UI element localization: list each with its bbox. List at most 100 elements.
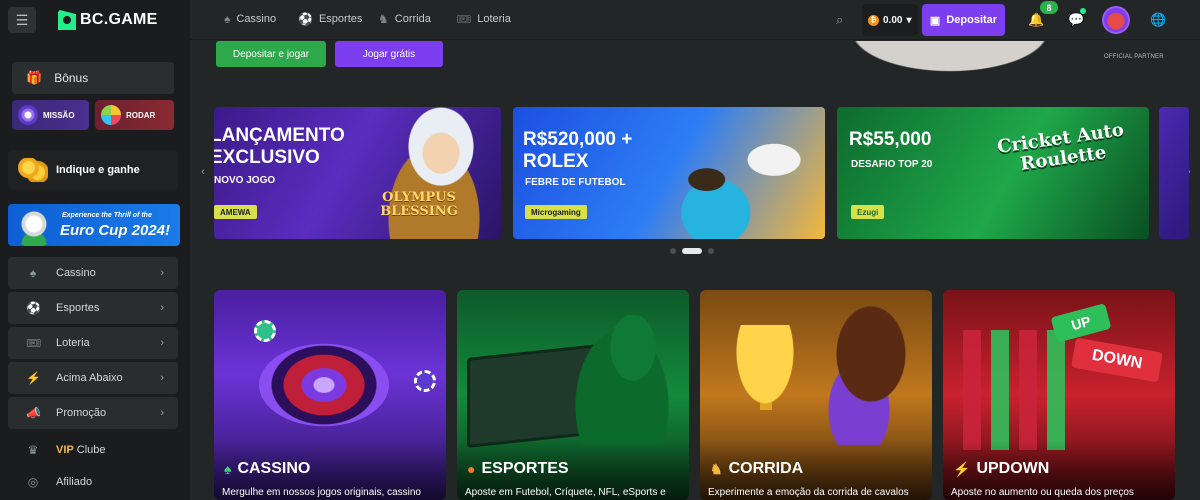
chevron-down-icon: ▾ (906, 14, 912, 26)
page-root: ☰ BC.GAME 🎁 Bônus MISSÃO RODAR Indique e… (0, 0, 1200, 500)
sidebar-item-label: Promoção (56, 407, 107, 419)
category-card-casino[interactable]: ♠ CASSINO Mergulhe em nossos jogos origi… (214, 290, 446, 500)
coins-icon (18, 158, 48, 182)
sidebar-item-casino[interactable]: ♠ Cassino › (8, 257, 178, 289)
notification-badge: 8 (1040, 1, 1058, 14)
tab-label: Cassino (236, 13, 277, 25)
tab-racing[interactable]: ♞ Corrida (378, 12, 431, 26)
sidebar-item-promotion[interactable]: 📣 Promoção › (8, 397, 178, 429)
roulette-illustration (259, 343, 389, 427)
football-player-illustration (567, 315, 677, 445)
sidebar-item-sports[interactable]: ⚽ Esportes › (8, 292, 178, 324)
lottery-icon: 🎟 (26, 336, 42, 350)
chat-icon[interactable]: 💬 (1068, 12, 1084, 28)
mission-label: MISSÃO (43, 110, 75, 120)
surfers-illustration (643, 107, 825, 239)
casino-icon: ♠ (29, 266, 37, 280)
avatar[interactable] (1102, 6, 1130, 34)
balance-value: 0.00 (883, 14, 903, 26)
card-description: Experimente a emoção da corrida de caval… (708, 487, 909, 498)
mission-icon (18, 105, 38, 125)
wallet-balance-dropdown[interactable]: ₿ 0.00 ▾ (862, 4, 918, 36)
mascot-image (12, 208, 56, 246)
banner-title-line2: ROLEX (523, 151, 589, 172)
horse-icon: ♞ (710, 460, 723, 477)
bolt-icon: ⚡ (953, 460, 971, 477)
sidebar-header: ☰ BC.GAME (0, 0, 190, 40)
carousel-pagination (670, 248, 714, 254)
sidebar-item-label: Acima Abaixo (56, 372, 123, 384)
tab-sports[interactable]: ⚽ Esportes (298, 12, 362, 26)
sidebar-bonus-button[interactable]: 🎁 Bônus (12, 62, 174, 94)
refer-and-earn-button[interactable]: Indique e ganhe (8, 150, 178, 190)
promotion-icon: 📣 (26, 406, 41, 420)
euro-banner-line2: Euro Cup 2024! (60, 222, 171, 239)
sidebar-item-lottery[interactable]: 🎟 Loteria › (8, 327, 178, 359)
tab-casino[interactable]: ♠ Cassino (224, 12, 276, 26)
card-description: Mergulhe em nossos jogos originais, cass… (222, 487, 421, 498)
pagination-dot[interactable] (708, 248, 714, 254)
pagination-dot-active[interactable] (682, 248, 702, 254)
provider-logo: Microgaming (525, 205, 587, 219)
vip-suffix: Clube (76, 444, 106, 456)
pagination-dot[interactable] (670, 248, 676, 254)
online-indicator (1080, 8, 1086, 14)
category-card-updown[interactable]: UP DOWN ⚡ UPDOWN Aposte no aumento ou qu… (943, 290, 1175, 500)
card-title-text: UPDOWN (976, 460, 1050, 477)
mission-button[interactable]: MISSÃO (12, 100, 89, 130)
sidebar-item-affiliate[interactable]: ◎ Afiliado (8, 468, 178, 496)
card-title: ⚡ UPDOWN (953, 460, 1049, 478)
card-title-text: ESPORTES (481, 460, 569, 477)
promo-banner-partial[interactable] (1159, 107, 1189, 239)
sidebar-item-updown[interactable]: ⚡ Acima Abaixo › (8, 362, 178, 394)
card-description: Aposte no aumento ou queda dos preços (951, 487, 1134, 498)
banner-title-line1: R$55,000 (849, 129, 932, 150)
euro-cup-banner[interactable]: Experience the Thrill of the Euro Cup 20… (8, 204, 180, 246)
deposit-button[interactable]: ▣ Depositar (922, 4, 1005, 36)
search-icon[interactable]: ⌕ (836, 12, 843, 28)
basketball-icon: ● (467, 461, 476, 477)
play-free-button[interactable]: Jogar grátis (335, 41, 443, 67)
category-card-sports[interactable]: ● ESPORTES Aposte em Futebol, Críquete, … (457, 290, 689, 500)
card-title: ● ESPORTES (467, 460, 569, 478)
promo-banner-rolex[interactable]: R$520,000 + ROLEX FEBRE DE FUTEBOL Micro… (513, 107, 825, 239)
tab-label: Esportes (318, 13, 363, 25)
bell-icon[interactable]: 🔔 (1028, 12, 1044, 28)
sports-icon: ⚽ (26, 301, 41, 315)
tab-lottery[interactable]: 🎟 Loteria (456, 12, 511, 26)
sports-icon: ⚽ (298, 12, 313, 26)
banner-subtitle: DESAFIO TOP 20 (851, 159, 933, 170)
chevron-right-icon: › (160, 407, 164, 419)
game-logo: Cricket Auto Roulette (995, 119, 1126, 175)
promo-banner-olympus[interactable]: LANÇAMENTO EXCLUSIVO NOVO JOGO AMEWA OLY… (214, 107, 501, 239)
card-title-text: CASSINO (237, 460, 311, 477)
zeus-illustration (364, 107, 501, 239)
vip-label: VIP Clube (56, 444, 106, 456)
provider-logo: AMEWA (214, 205, 257, 219)
bonus-label: Bônus (54, 71, 89, 85)
spin-button[interactable]: RODAR (95, 100, 174, 130)
hamburger-icon: ☰ (15, 11, 29, 28)
updown-icon: ⚡ (26, 371, 41, 385)
globe-icon[interactable]: 🌐 (1150, 12, 1166, 28)
promo-banner-cricket[interactable]: R$55,000 DESAFIO TOP 20 Ezugi Cricket Au… (837, 107, 1149, 239)
logo-icon (58, 10, 76, 30)
sidebar-item-vip-club[interactable]: ♛ VIP Clube (8, 436, 178, 464)
hero-image (780, 41, 1120, 91)
chip-illustration (254, 320, 276, 342)
banner-subtitle: NOVO JOGO (214, 175, 276, 186)
gift-icon: 🎁 (26, 70, 43, 85)
brand-logo[interactable]: BC.GAME (58, 10, 158, 30)
banner-title-line1: LANÇAMENTO (214, 125, 345, 146)
chevron-right-icon: › (160, 337, 164, 349)
official-partner-label: OFFICIAL PARTNER (1104, 54, 1164, 60)
sidebar-item-label: Esportes (56, 302, 100, 314)
carousel-prev-button[interactable]: ‹ (196, 163, 210, 181)
deposit-and-play-button[interactable]: Depositar e jogar (216, 41, 326, 67)
chevron-left-icon: ‹ (201, 166, 205, 178)
card-title: ♠ CASSINO (224, 460, 310, 478)
category-card-racing[interactable]: ♞ CORRIDA Experimente a emoção da corrid… (700, 290, 932, 500)
provider-logo: Ezugi (851, 205, 885, 219)
affiliate-icon: ◎ (27, 475, 39, 489)
menu-toggle-button[interactable]: ☰ (8, 7, 36, 33)
